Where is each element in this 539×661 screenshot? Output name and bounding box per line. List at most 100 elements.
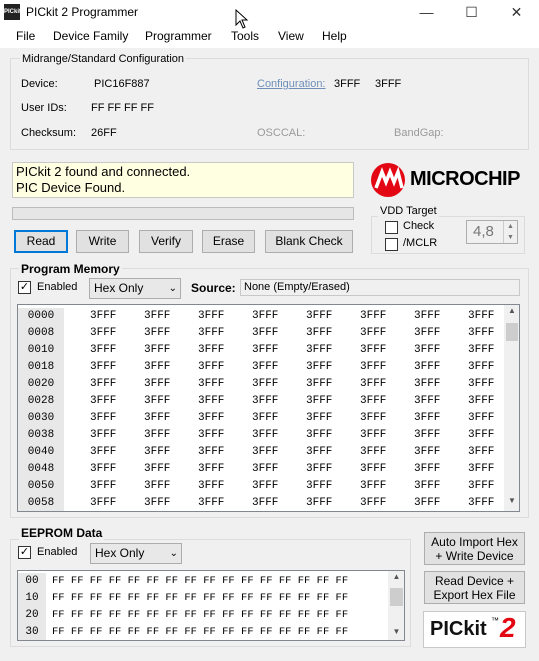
write-button[interactable]: Write (76, 230, 129, 253)
memory-cell[interactable]: 3FFF (414, 495, 440, 511)
memory-cell[interactable]: 3FFF (144, 427, 170, 444)
memory-cell[interactable]: 3FFF (90, 393, 116, 410)
memory-cell[interactable]: 3FFF (306, 393, 332, 410)
memory-cell[interactable]: 3FFF (198, 495, 224, 511)
memory-cell[interactable]: 3FFF (198, 393, 224, 410)
memory-cell[interactable]: 3FFF (306, 308, 332, 325)
mclr-checkbox[interactable] (385, 238, 398, 251)
configuration-link[interactable]: Configuration: (257, 78, 326, 90)
memory-cell[interactable]: 3FFF (468, 495, 494, 511)
memory-cell[interactable]: 3FFF (252, 325, 278, 342)
memory-cell[interactable]: 3FFF (360, 410, 386, 427)
eeprom-bytes[interactable]: FF FF FF FF FF FF FF FF FF FF FF FF FF F… (52, 573, 348, 590)
memory-cell[interactable]: 3FFF (468, 444, 494, 461)
memory-cell[interactable]: 3FFF (414, 308, 440, 325)
close-button[interactable]: ✕ (494, 0, 539, 26)
scroll-up-icon[interactable]: ▲ (504, 306, 519, 320)
memory-cell[interactable]: 3FFF (252, 376, 278, 393)
memory-cell[interactable]: 3FFF (360, 359, 386, 376)
memory-cell[interactable]: 3FFF (252, 495, 278, 511)
memory-cell[interactable]: 3FFF (306, 461, 332, 478)
memory-cell[interactable]: 3FFF (414, 342, 440, 359)
memory-cell[interactable]: 3FFF (90, 308, 116, 325)
memory-cell[interactable]: 3FFF (198, 478, 224, 495)
memory-cell[interactable]: 3FFF (144, 308, 170, 325)
memory-cell[interactable]: 3FFF (90, 376, 116, 393)
blank-check-button[interactable]: Blank Check (265, 230, 353, 253)
vdd-voltage-spinner[interactable]: 4,8 ▲ ▼ (466, 220, 518, 244)
memory-cell[interactable]: 3FFF (360, 308, 386, 325)
memory-cell[interactable]: 3FFF (306, 495, 332, 511)
memory-cell[interactable]: 3FFF (198, 427, 224, 444)
read-button[interactable]: Read (14, 230, 68, 253)
menu-view[interactable]: View (278, 29, 304, 43)
memory-cell[interactable]: 3FFF (144, 444, 170, 461)
memory-cell[interactable]: 3FFF (414, 325, 440, 342)
memory-cell[interactable]: 3FFF (252, 427, 278, 444)
memory-cell[interactable]: 3FFF (468, 308, 494, 325)
vdd-check-checkbox[interactable] (385, 221, 398, 234)
memory-cell[interactable]: 3FFF (144, 461, 170, 478)
memory-cell[interactable]: 3FFF (90, 495, 116, 511)
menu-help[interactable]: Help (322, 29, 347, 43)
memory-cell[interactable]: 3FFF (306, 478, 332, 495)
memory-cell[interactable]: 3FFF (360, 444, 386, 461)
memory-cell[interactable]: 3FFF (90, 359, 116, 376)
memory-cell[interactable]: 3FFF (360, 393, 386, 410)
menu-device-family[interactable]: Device Family (53, 29, 128, 43)
program-memory-enabled-checkbox[interactable]: ✓ (18, 281, 31, 294)
memory-cell[interactable]: 3FFF (468, 478, 494, 495)
memory-cell[interactable]: 3FFF (252, 393, 278, 410)
memory-cell[interactable]: 3FFF (90, 444, 116, 461)
memory-cell[interactable]: 3FFF (414, 461, 440, 478)
memory-cell[interactable]: 3FFF (144, 410, 170, 427)
eeprom-scroll-thumb[interactable] (390, 588, 403, 606)
menu-tools[interactable]: Tools (231, 29, 259, 43)
program-memory-mode-select[interactable]: Hex Only ⌄ (89, 278, 181, 299)
memory-cell[interactable]: 3FFF (90, 478, 116, 495)
eeprom-bytes[interactable]: FF FF FF FF FF FF FF FF FF FF FF FF FF F… (52, 590, 348, 607)
memory-cell[interactable]: 3FFF (144, 376, 170, 393)
erase-button[interactable]: Erase (202, 230, 255, 253)
memory-cell[interactable]: 3FFF (468, 325, 494, 342)
memory-cell[interactable]: 3FFF (306, 410, 332, 427)
memory-cell[interactable]: 3FFF (252, 444, 278, 461)
memory-cell[interactable]: 3FFF (360, 478, 386, 495)
memory-cell[interactable]: 3FFF (90, 410, 116, 427)
scroll-up-icon[interactable]: ▲ (388, 572, 404, 584)
auto-import-write-button[interactable]: Auto Import Hex + Write Device (424, 532, 525, 565)
memory-cell[interactable]: 3FFF (252, 461, 278, 478)
scroll-down-icon[interactable]: ▼ (388, 627, 404, 639)
memory-cell[interactable]: 3FFF (306, 444, 332, 461)
memory-cell[interactable]: 3FFF (90, 427, 116, 444)
memory-cell[interactable]: 3FFF (252, 478, 278, 495)
memory-cell[interactable]: 3FFF (414, 410, 440, 427)
eeprom-bytes[interactable]: FF FF FF FF FF FF FF FF FF FF FF FF FF F… (52, 624, 348, 640)
program-memory-scroll-thumb[interactable] (506, 323, 518, 341)
memory-cell[interactable]: 3FFF (198, 359, 224, 376)
memory-cell[interactable]: 3FFF (144, 342, 170, 359)
memory-cell[interactable]: 3FFF (414, 376, 440, 393)
spinner-up-icon[interactable]: ▲ (503, 221, 517, 232)
spinner-down-icon[interactable]: ▼ (503, 232, 517, 243)
memory-cell[interactable]: 3FFF (468, 393, 494, 410)
memory-cell[interactable]: 3FFF (252, 359, 278, 376)
memory-cell[interactable]: 3FFF (468, 359, 494, 376)
verify-button[interactable]: Verify (139, 230, 193, 253)
program-memory-grid[interactable]: 0000 3FFF 3FFF 3FFF 3FFF 3FFF 3FFF 3FFF 3FFF 0008… (17, 304, 520, 512)
memory-cell[interactable]: 3FFF (198, 325, 224, 342)
menu-file[interactable]: File (16, 29, 35, 43)
memory-cell[interactable]: 3FFF (252, 342, 278, 359)
memory-cell[interactable]: 3FFF (306, 325, 332, 342)
memory-cell[interactable]: 3FFF (468, 342, 494, 359)
memory-cell[interactable]: 3FFF (468, 461, 494, 478)
memory-cell[interactable]: 3FFF (306, 359, 332, 376)
eeprom-enabled-checkbox[interactable]: ✓ (18, 546, 31, 559)
memory-cell[interactable]: 3FFF (252, 308, 278, 325)
memory-cell[interactable]: 3FFF (198, 342, 224, 359)
scroll-down-icon[interactable]: ▼ (504, 496, 519, 510)
memory-cell[interactable]: 3FFF (360, 342, 386, 359)
maximize-button[interactable]: ☐ (449, 0, 494, 26)
memory-cell[interactable]: 3FFF (144, 495, 170, 511)
program-memory-scrollbar[interactable]: ▲ ▼ (504, 305, 519, 511)
